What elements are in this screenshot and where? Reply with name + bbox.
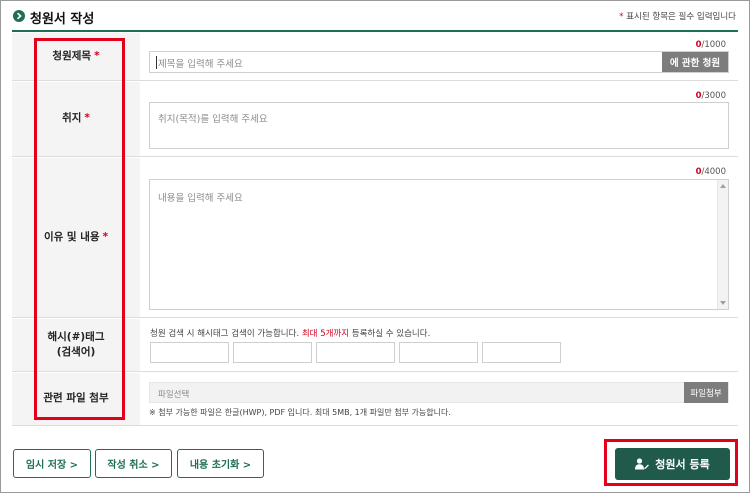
file-attach-note: ※ 첨부 가능한 파일은 한글(HWP), PDF 입니다. 최대 5MB, 1… [149, 408, 451, 417]
hashtag-hint-limit: 최대 5개까지 [301, 329, 350, 339]
scroll-down-arrow-icon[interactable] [720, 301, 726, 305]
cancel-button[interactable]: 작성 취소 > [95, 449, 172, 478]
title-input[interactable]: 제목을 입력해 주세요 에 관한 청원 [149, 51, 729, 73]
purpose-counter-max: /3000 [701, 91, 727, 101]
hashtag-input-5[interactable] [482, 342, 561, 363]
file-attach-button[interactable]: 파일첨부 [684, 382, 728, 403]
submit-button-highlight [604, 439, 738, 486]
title-input-placeholder: 제목을 입력해 주세요 [158, 59, 243, 70]
content-textarea[interactable]: 내용을 입력해 주세요 [149, 179, 729, 310]
purpose-char-counter: 0/3000 [696, 91, 726, 101]
required-note: * 표시된 항목은 필수 입력입니다 [619, 10, 736, 22]
hashtag-input-2[interactable] [233, 342, 312, 363]
hashtag-hint-text-end: 등록하실 수 있습니다. [351, 329, 431, 339]
file-select-placeholder: 파일선택 [158, 390, 190, 400]
title-counter-max: /1000 [701, 40, 727, 50]
scroll-up-arrow-icon[interactable] [720, 184, 726, 188]
about-petition-button[interactable]: 에 관한 청원 [662, 52, 728, 72]
required-note-text: 표시된 항목은 필수 입력입니다 [626, 12, 736, 22]
label-column-highlight [34, 38, 125, 420]
hashtag-input-1[interactable] [150, 342, 229, 363]
temp-save-button[interactable]: 임시 저장 > [13, 449, 91, 478]
form-header: 청원서 작성 * 표시된 항목은 필수 입력입니다 [12, 0, 738, 31]
reset-button[interactable]: 내용 초기화 > [177, 449, 264, 478]
purpose-textarea-placeholder: 취지(목적)를 입력해 주세요 [158, 114, 268, 125]
hashtag-hint-text: 청원 검색 시 해시태그 검색이 가능합니다. [150, 329, 300, 339]
content-char-counter: 0/4000 [696, 167, 726, 177]
content-textarea-placeholder: 내용을 입력해 주세요 [158, 193, 243, 204]
hashtag-input-4[interactable] [399, 342, 478, 363]
hashtag-input-3[interactable] [316, 342, 395, 363]
content-scrollbar[interactable] [717, 180, 728, 309]
file-select-input[interactable]: 파일선택 파일첨부 [149, 382, 729, 403]
title-char-counter: 0/1000 [696, 40, 726, 50]
purpose-textarea[interactable]: 취지(목적)를 입력해 주세요 [149, 102, 729, 149]
chevron-right-circle-icon [13, 10, 25, 22]
header-divider [12, 30, 738, 32]
required-star: * [619, 12, 624, 22]
hashtag-hint: 청원 검색 시 해시태그 검색이 가능합니다. 최대 5개까지 등록하실 수 있… [150, 327, 430, 339]
content-counter-max: /4000 [701, 167, 727, 177]
page-title: 청원서 작성 [30, 12, 95, 27]
text-caret [156, 56, 157, 69]
